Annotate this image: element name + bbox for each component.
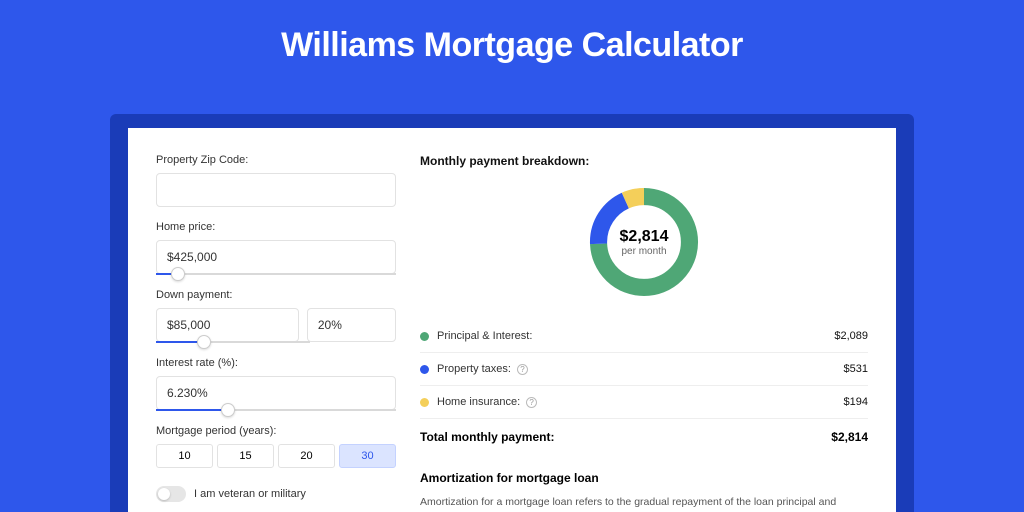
- period-option-30[interactable]: 30: [339, 444, 396, 468]
- zip-input[interactable]: [156, 173, 396, 207]
- dp-label: Down payment:: [156, 289, 396, 301]
- rate-slider-fill: [156, 409, 228, 411]
- veteran-toggle[interactable]: [156, 486, 186, 502]
- legend-value: $531: [844, 363, 868, 375]
- rate-slider-thumb[interactable]: [221, 403, 235, 417]
- legend-value: $2,089: [834, 330, 868, 342]
- donut-chart-wrap: $2,814 per month: [420, 182, 868, 302]
- price-slider-thumb[interactable]: [171, 267, 185, 281]
- period-field-group: Mortgage period (years): 10152030: [156, 425, 396, 468]
- donut-sublabel: per month: [621, 246, 666, 257]
- legend-value: $194: [844, 396, 868, 408]
- price-slider[interactable]: [156, 273, 396, 275]
- donut-amount: $2,814: [620, 228, 669, 246]
- legend-dot-icon: [420, 332, 429, 341]
- total-value: $2,814: [831, 430, 868, 444]
- legend-dot-icon: [420, 365, 429, 374]
- price-field-group: Home price:: [156, 221, 396, 275]
- dp-percent-input[interactable]: [307, 308, 396, 342]
- zip-field-group: Property Zip Code:: [156, 154, 396, 207]
- veteran-toggle-row: I am veteran or military: [156, 486, 396, 502]
- breakdown-column: Monthly payment breakdown: $2,814 per mo…: [420, 154, 868, 512]
- page-title: Williams Mortgage Calculator: [0, 0, 1024, 87]
- dp-field-group: Down payment:: [156, 289, 396, 343]
- period-label: Mortgage period (years):: [156, 425, 396, 437]
- rate-slider[interactable]: [156, 409, 396, 411]
- dp-amount-input[interactable]: [156, 308, 299, 342]
- legend-label: Principal & Interest:: [437, 330, 532, 342]
- legend-dot-icon: [420, 398, 429, 407]
- legend-label: Home insurance:: [437, 396, 520, 408]
- breakdown-title: Monthly payment breakdown:: [420, 154, 868, 168]
- zip-label: Property Zip Code:: [156, 154, 396, 166]
- amortization-text: Amortization for a mortgage loan refers …: [420, 495, 868, 512]
- donut-chart: $2,814 per month: [584, 182, 704, 302]
- period-option-20[interactable]: 20: [278, 444, 335, 468]
- legend-label: Property taxes:: [437, 363, 511, 375]
- info-icon[interactable]: ?: [517, 364, 528, 375]
- veteran-label: I am veteran or military: [194, 488, 306, 500]
- calculator-card: Property Zip Code: Home price: Down paym…: [128, 128, 896, 512]
- rate-label: Interest rate (%):: [156, 357, 396, 369]
- price-input[interactable]: [156, 240, 396, 274]
- rate-field-group: Interest rate (%):: [156, 357, 396, 411]
- rate-input[interactable]: [156, 376, 396, 410]
- period-option-15[interactable]: 15: [217, 444, 274, 468]
- total-row: Total monthly payment: $2,814: [420, 419, 868, 457]
- amortization-title: Amortization for mortgage loan: [420, 471, 868, 485]
- legend-row: Principal & Interest: $2,089: [420, 320, 868, 353]
- legend-row: Home insurance:? $194: [420, 386, 868, 419]
- dp-slider[interactable]: [156, 341, 310, 343]
- price-label: Home price:: [156, 221, 396, 233]
- legend-row: Property taxes:? $531: [420, 353, 868, 386]
- total-label: Total monthly payment:: [420, 430, 554, 444]
- period-option-10[interactable]: 10: [156, 444, 213, 468]
- info-icon[interactable]: ?: [526, 397, 537, 408]
- dp-slider-thumb[interactable]: [197, 335, 211, 349]
- form-column: Property Zip Code: Home price: Down paym…: [156, 154, 396, 512]
